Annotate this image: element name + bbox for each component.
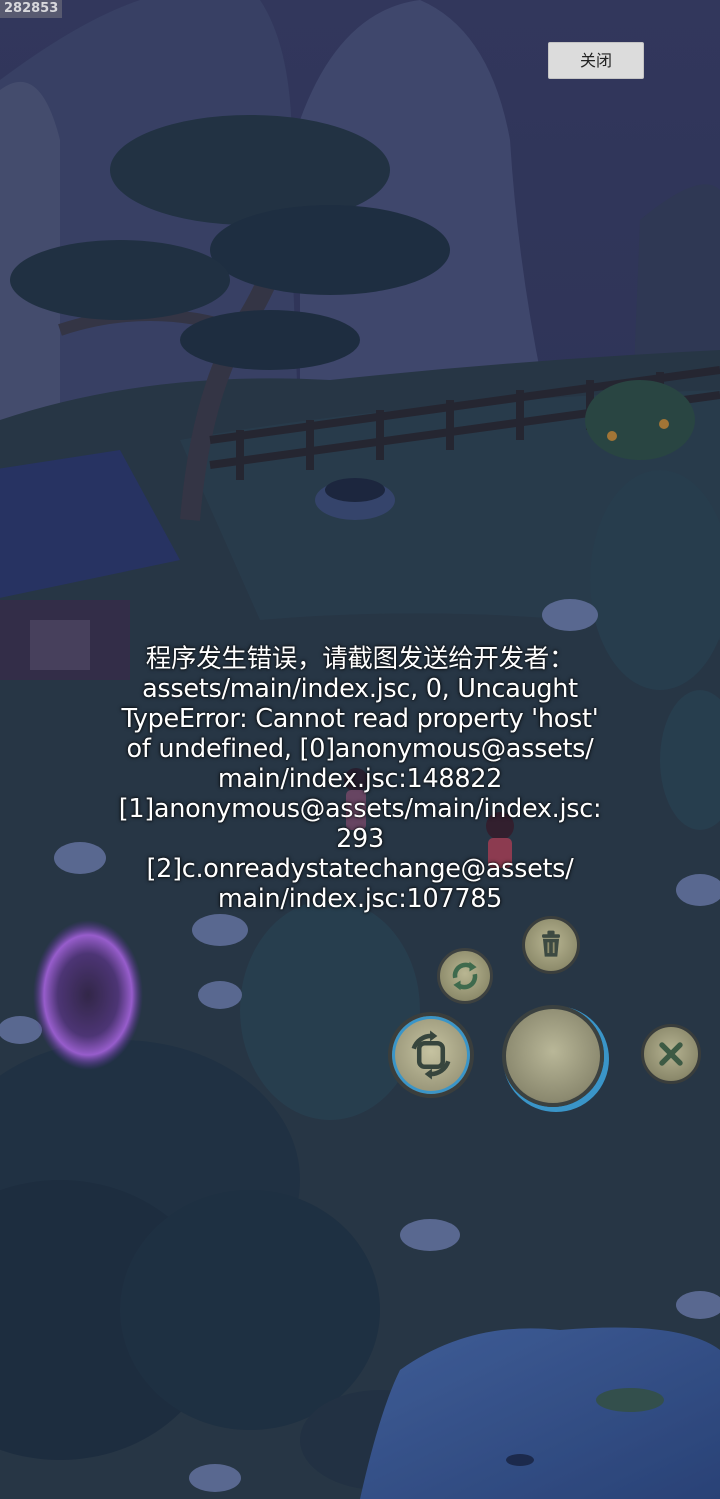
error-message: 程序发生错误，请截图发送给开发者： assets/main/index.jsc,… <box>60 644 660 914</box>
close-game-button[interactable] <box>641 1024 701 1084</box>
error-line: [1]anonymous@assets/main/index.jsc: <box>118 794 602 824</box>
refresh-icon <box>452 961 478 991</box>
game-screen: 282853 关闭 程序发生错误，请截图发送给开发者： assets/main/… <box>0 0 720 1499</box>
build-id-label: 282853 <box>0 0 63 18</box>
close-button[interactable]: 关闭 <box>548 42 644 79</box>
error-line: TypeError: Cannot read property 'host' <box>121 704 599 734</box>
error-line: main/index.jsc:107785 <box>217 884 503 914</box>
close-icon <box>659 1042 683 1066</box>
joystick[interactable] <box>502 1005 604 1107</box>
trash-icon <box>542 930 560 957</box>
rotate-icon <box>411 1030 451 1080</box>
trash-button[interactable] <box>522 916 580 974</box>
rotate-button[interactable] <box>388 1012 474 1098</box>
error-line: 293 <box>336 824 384 854</box>
error-line: main/index.jsc:148822 <box>217 764 503 794</box>
error-line: of undefined, [0]anonymous@assets/ <box>126 734 594 764</box>
error-line: assets/main/index.jsc, 0, Uncaught <box>142 674 578 704</box>
refresh-button[interactable] <box>437 948 493 1004</box>
error-line: 程序发生错误，请截图发送给开发者： <box>145 644 575 674</box>
error-line: [2]c.onreadystatechange@assets/ <box>146 854 574 884</box>
